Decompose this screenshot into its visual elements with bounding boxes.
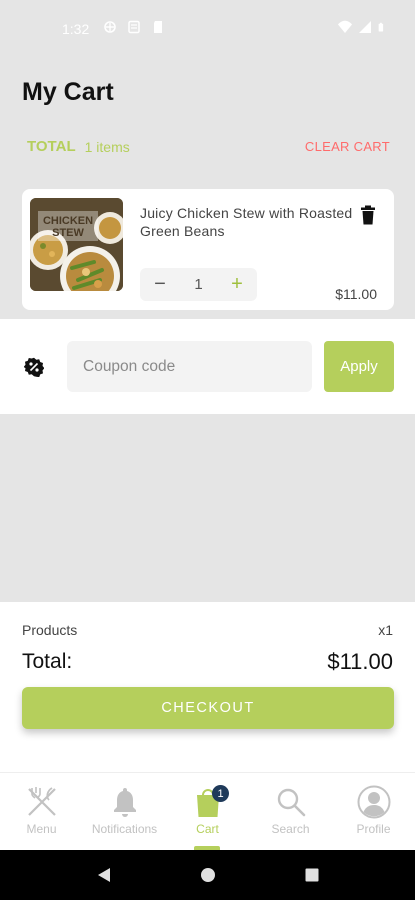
system-navigation-bar [0,850,415,900]
sim-icon [128,20,140,34]
increase-quantity-button[interactable]: + [230,273,244,296]
coupon-code-input[interactable] [67,341,312,392]
cart-item-card: CHICKEN STEW Juicy Chicken Stew with Roa… [22,189,394,310]
status-system-icons [338,20,387,34]
profile-icon [357,785,390,819]
trash-icon[interactable] [360,205,376,225]
svg-text:STEW: STEW [52,227,84,239]
cart-total-row: TOTAL 1 items CLEAR CART [27,138,390,155]
order-summary: Products x1 Total: $11.00 CHECKOUT [0,602,415,772]
fork-knife-icon [27,787,56,816]
signal-icon [359,21,371,33]
quantity-value: 1 [194,276,203,293]
status-notification-icons [103,20,165,34]
nav-item-search[interactable]: Search [249,773,332,850]
nav-label-profile: Profile [356,822,391,836]
checkout-button[interactable]: CHECKOUT [22,687,394,729]
header: My Cart [22,78,114,107]
cart-badge: 1 [212,785,229,802]
item-image: CHICKEN STEW [30,198,123,291]
sd-card-icon [154,21,162,33]
items-count: 1 items [84,138,130,155]
status-bar: 1:32 [0,0,415,60]
data-saver-icon [104,21,116,33]
bell-icon [113,788,136,817]
food-photo: CHICKEN STEW [30,198,123,291]
back-icon[interactable] [96,867,112,883]
status-time: 1:32 [62,21,90,37]
home-icon[interactable] [200,867,216,883]
nav-label-menu: Menu [26,822,57,836]
nav-item-profile[interactable]: Profile [332,773,415,850]
total-label: TOTAL [27,138,76,155]
item-price: $11.00 [335,286,377,302]
clear-cart-button[interactable]: CLEAR CART [305,139,390,154]
nav-label-cart: Cart [196,822,219,836]
nav-label-search: Search [271,822,310,836]
nav-item-notifications[interactable]: Notifications [83,773,166,850]
products-count: x1 [378,622,393,638]
page-title: My Cart [22,78,114,106]
bottom-navigation: Menu Notifications 1 Cart Search Profile [0,772,415,850]
apply-coupon-button[interactable]: Apply [324,341,394,392]
wifi-icon [338,20,352,33]
quantity-stepper: − 1 + [140,268,257,301]
nav-label-notifications: Notifications [91,822,158,836]
nav-item-cart[interactable]: 1 Cart [166,773,249,850]
nav-item-menu[interactable]: Menu [0,773,83,850]
total-amount-value: $11.00 [327,649,393,674]
total-amount-label: Total: [22,650,73,673]
recents-icon[interactable] [304,867,320,883]
discount-badge-icon [24,357,44,377]
search-icon [277,788,305,817]
coupon-section: Apply [0,319,415,414]
svg-text:CHICKEN: CHICKEN [43,215,93,227]
decrease-quantity-button[interactable]: − [153,273,167,296]
products-label: Products [22,622,78,638]
item-name: Juicy Chicken Stew with Roasted Green Be… [140,205,353,239]
battery-icon [378,22,384,32]
